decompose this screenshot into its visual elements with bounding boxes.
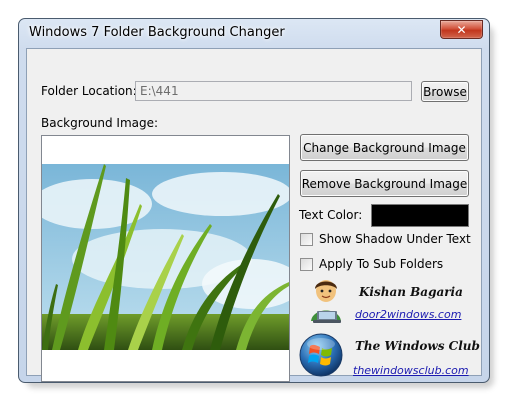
windows-logo-icon [299, 333, 343, 377]
close-icon: ✕ [456, 22, 467, 37]
change-background-button[interactable]: Change Background Image [300, 134, 469, 161]
shadow-checkbox-label[interactable]: Show Shadow Under Text [319, 232, 471, 246]
club-name: The Windows Club [355, 339, 480, 353]
background-image-label: Background Image: [41, 116, 159, 130]
app-window: Windows 7 Folder Background Changer ✕ Fo… [18, 18, 490, 383]
folder-location-field[interactable]: E:\441 [135, 81, 412, 101]
subfolders-checkbox-label[interactable]: Apply To Sub Folders [319, 257, 443, 271]
background-image [42, 164, 289, 350]
title-bar[interactable]: Windows 7 Folder Background Changer ✕ [19, 19, 489, 49]
club-link[interactable]: thewindowsclub.com [353, 364, 469, 377]
author-name: Kishan Bagaria [359, 285, 463, 299]
shadow-checkbox[interactable] [300, 233, 313, 246]
text-color-label: Text Color: [299, 208, 363, 222]
remove-background-button[interactable]: Remove Background Image [300, 170, 469, 197]
window-title: Windows 7 Folder Background Changer [29, 25, 285, 40]
text-color-swatch[interactable] [371, 204, 469, 227]
subfolders-checkbox[interactable] [300, 258, 313, 271]
close-button[interactable]: ✕ [440, 20, 483, 39]
author-link[interactable]: door2windows.com [355, 308, 461, 321]
avatar-icon [305, 277, 347, 325]
client-area: Folder Location: E:\441 Browse Backgroun… [26, 48, 482, 382]
background-image-preview [41, 135, 290, 382]
folder-location-label: Folder Location: [41, 84, 137, 98]
browse-button[interactable]: Browse [421, 81, 469, 102]
